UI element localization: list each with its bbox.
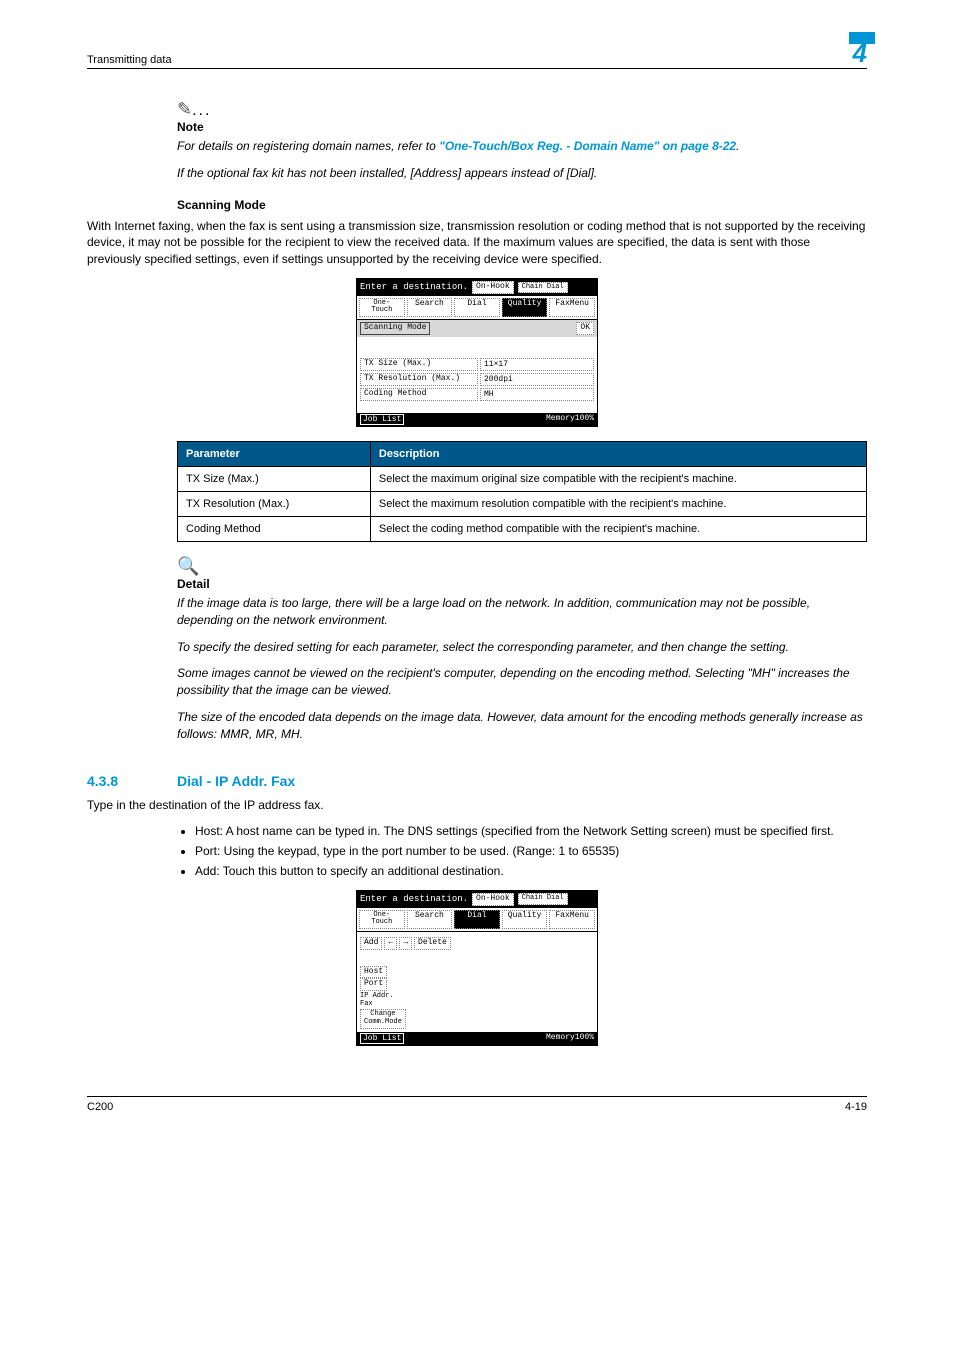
tx-size-button[interactable]: TX Size (Max.) [360,358,478,371]
cell-param: Coding Method [178,516,371,541]
th-parameter: Parameter [178,441,371,466]
lcd-screenshot-ip-addr-fax: Enter a destination. On-Hook Chain Dial … [356,890,598,1046]
onhook-button[interactable]: On-Hook [472,893,514,906]
pen-icon: ✎ [177,99,192,119]
table-row: TX Resolution (Max.)Select the maximum r… [178,491,867,516]
memory-indicator: Memory100% [546,1033,594,1044]
cell-desc: Select the maximum resolution compatible… [370,491,866,516]
host-button[interactable]: Host [360,966,387,979]
lcd-header-text: Enter a destination. [360,894,468,904]
table-header-row: Parameter Description [178,441,867,466]
section-4-3-8-heading: 4.3.8 Dial - IP Addr. Fax [87,773,867,789]
ok-button[interactable]: OK [576,322,594,335]
change-comm-mode-button[interactable]: Change Comm.Mode [360,1009,406,1028]
note-header: ✎... [177,99,867,120]
ip-addr-fax-label: IP Addr. Fax [360,991,394,1009]
cell-param: TX Resolution (Max.) [178,491,371,516]
cell-desc: Select the maximum original size compati… [370,466,866,491]
tab-quality[interactable]: Quality [502,910,548,929]
coding-method-value: MH [480,388,594,401]
chain-dial-button[interactable]: Chain Dial [518,893,568,905]
scanning-mode-heading: Scanning Mode [177,198,867,212]
note-link[interactable]: "One-Touch/Box Reg. - Domain Name" on pa… [439,139,736,153]
footer-page-number: 4-19 [845,1101,867,1113]
scanning-mode-paragraph: With Internet faxing, when the fax is se… [87,218,867,268]
onhook-button[interactable]: On-Hook [472,281,514,294]
coding-method-button[interactable]: Coding Method [360,388,478,401]
detail-label: Detail [177,577,867,591]
table-row: Coding MethodSelect the coding method co… [178,516,867,541]
section-intro: Type in the destination of the IP addres… [87,797,867,814]
detail-p1: If the image data is too large, there wi… [177,595,867,629]
note-paragraph-1: For details on registering domain names,… [177,138,867,155]
tx-resolution-button[interactable]: TX Resolution (Max.) [360,373,478,386]
port-button[interactable]: Port [360,978,387,991]
corner-decor [849,32,875,44]
memory-indicator: Memory100% [546,414,594,425]
page-header: Transmitting data 4 [87,40,867,69]
lcd-screenshot-scanning-mode: Enter a destination. On-Hook Chain Dial … [356,278,598,427]
bullet-list: Host: A host name can be typed in. The D… [177,823,867,879]
section-number: 4.3.8 [87,773,177,789]
note-label: Note [177,120,867,134]
th-description: Description [370,441,866,466]
delete-button[interactable]: Delete [414,937,451,950]
tab-quality[interactable]: Quality [502,298,548,317]
ellipsis-icon: ... [192,102,211,119]
page-footer: C200 4-19 [87,1096,867,1113]
footer-model: C200 [87,1101,113,1113]
arrow-right-button[interactable]: → [399,937,412,950]
note-text-1a: For details on registering domain names,… [177,139,439,153]
table-row: TX Size (Max.)Select the maximum origina… [178,466,867,491]
scanning-mode-label: Scanning Mode [360,322,430,335]
parameter-table: Parameter Description TX Size (Max.)Sele… [177,441,867,542]
header-section-title: Transmitting data [87,54,172,66]
note-paragraph-2: If the optional fax kit has not been ins… [177,165,867,182]
list-item: Port: Using the keypad, type in the port… [195,843,867,860]
job-list-button[interactable]: Job List [360,414,404,425]
tab-faxmenu[interactable]: FaxMenu [549,298,595,317]
tab-dial[interactable]: Dial [454,298,500,317]
detail-p4: The size of the encoded data depends on … [177,709,867,743]
tx-size-value: 11×17 [480,358,594,371]
arrow-left-button[interactable]: ← [384,937,397,950]
tab-faxmenu[interactable]: FaxMenu [549,910,595,929]
tab-search[interactable]: Search [407,910,453,929]
chain-dial-button[interactable]: Chain Dial [518,282,568,294]
cell-desc: Select the coding method compatible with… [370,516,866,541]
note-text-1b: . [736,139,739,153]
tab-one-touch[interactable]: One- Touch [359,298,405,317]
job-list-button[interactable]: Job List [360,1033,404,1044]
lcd-header-text: Enter a destination. [360,282,468,292]
list-item: Add: Touch this button to specify an add… [195,863,867,880]
list-item: Host: A host name can be typed in. The D… [195,823,867,840]
section-title: Dial - IP Addr. Fax [177,773,295,789]
tab-dial[interactable]: Dial [454,910,500,929]
tab-one-touch[interactable]: One- Touch [359,910,405,929]
detail-p3: Some images cannot be viewed on the reci… [177,665,867,699]
cell-param: TX Size (Max.) [178,466,371,491]
tx-resolution-value: 200dpi [480,373,594,386]
magnifier-icon: 🔍 [177,556,867,577]
tab-search[interactable]: Search [407,298,453,317]
add-button[interactable]: Add [360,937,382,950]
detail-p2: To specify the desired setting for each … [177,639,867,656]
